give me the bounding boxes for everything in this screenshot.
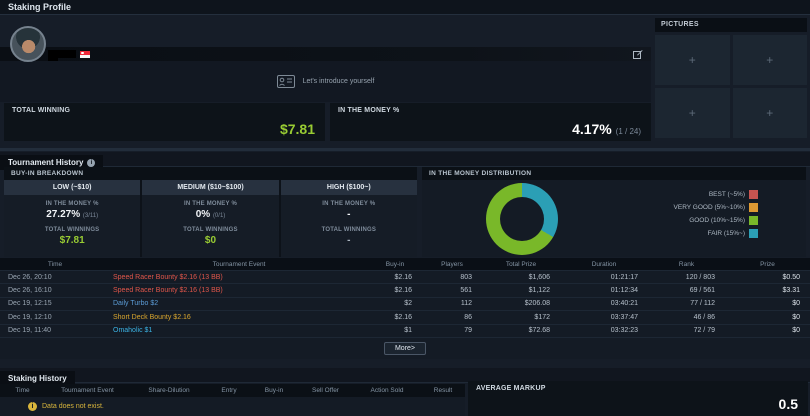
plus-icon: + <box>688 53 696 67</box>
more-button[interactable]: More> <box>383 341 427 355</box>
itm-distribution-title: IN THE MONEY DISTRIBUTION <box>422 167 806 180</box>
itm-percent-detail: (1 / 24) <box>615 127 641 136</box>
bio-area: Let's introduce yourself <box>0 61 651 102</box>
username-bar <box>0 47 651 61</box>
add-picture-slot[interactable]: + <box>655 35 730 85</box>
donut-legend: BEST (~5%) VERY GOOD (5%~10%) GOOD (10%~… <box>674 190 758 238</box>
staking-empty-row: i Data does not exist. <box>0 397 465 416</box>
table-row[interactable]: Dec 19, 12:15 Daily Turbo $2 $2 112 $206… <box>0 296 810 311</box>
table-footer: More> <box>0 336 810 359</box>
table-row[interactable]: Dec 19, 12:10 Short Deck Bounty $2.16 $2… <box>0 310 810 324</box>
table-row[interactable]: Dec 26, 20:10 Speed Racer Bounty $2.16 (… <box>0 270 810 284</box>
plus-icon: + <box>688 106 696 120</box>
avatar <box>10 26 46 62</box>
buyin-column-header: LOW (~$10) <box>4 180 141 195</box>
table-row[interactable]: Dec 26, 16:10 Speed Racer Bounty $2.16 (… <box>0 283 810 297</box>
total-winning-value: $7.81 <box>279 121 315 137</box>
table-row[interactable]: Dec 19, 11:40 Omaholic $1 $1 79 $72.68 0… <box>0 323 810 337</box>
itm-percent-value: 4.17% (1 / 24) <box>572 121 641 137</box>
buyin-column-high: HIGH ($100~) IN THE MONEY % - TOTAL WINN… <box>280 180 417 257</box>
itm-value: 27.27% (3/11) <box>46 209 99 220</box>
legend-swatch <box>749 190 758 199</box>
average-markup-value: 0.5 <box>778 396 798 412</box>
profile-section: Let's introduce yourself TOTAL WINNING $… <box>0 16 810 148</box>
edit-profile-icon[interactable] <box>633 49 643 59</box>
plus-icon: + <box>766 106 774 120</box>
legend-item: GOOD (10%~15%) <box>674 216 758 225</box>
add-picture-slot[interactable]: + <box>732 35 807 85</box>
winnings-value: $0 <box>204 235 217 246</box>
legend-swatch <box>749 216 758 225</box>
itm-value: 0% (0/1) <box>195 209 226 220</box>
winnings-value: $7.81 <box>59 235 85 246</box>
legend-label: VERY GOOD (5%~10%) <box>673 204 745 211</box>
empty-message: Data does not exist. <box>42 403 104 410</box>
itm-percent-box: IN THE MONEY % 4.17% (1 / 24) <box>330 103 651 141</box>
buyin-breakdown-panel: BUY-IN BREAKDOWN LOW (~$10) IN THE MONEY… <box>4 167 417 257</box>
itm-distribution-panel: IN THE MONEY DISTRIBUTION BEST (~5%) VER… <box>422 167 806 257</box>
legend-swatch <box>749 203 758 212</box>
winnings-label: TOTAL WINNINGS <box>44 227 100 233</box>
winnings-label: TOTAL WINNINGS <box>183 227 238 233</box>
page-title: Staking Profile <box>8 2 72 12</box>
tournament-table-header: Time Tournament Event Buy-in Players Tot… <box>0 258 810 270</box>
legend-label: FAIR (15%~) <box>707 230 745 237</box>
info-icon[interactable]: i <box>87 158 96 167</box>
pictures-title: PICTURES <box>655 18 807 32</box>
warning-icon: i <box>28 402 37 411</box>
itm-label: IN THE MONEY % <box>45 201 99 207</box>
itm-value: - <box>347 209 351 220</box>
pictures-panel: PICTURES + + + + <box>655 18 807 140</box>
plus-icon: + <box>766 53 774 67</box>
buyin-column-header: MEDIUM ($10~$100) <box>142 180 279 195</box>
tournament-history-bar: Tournament History i <box>0 152 810 170</box>
itm-label: IN THE MONEY % <box>322 201 376 207</box>
singapore-flag-icon <box>80 51 90 58</box>
buyin-column-low: LOW (~$10) IN THE MONEY % 27.27% (3/11) … <box>4 180 141 257</box>
legend-label: GOOD (10%~15%) <box>689 217 745 224</box>
redacted-username <box>48 50 76 61</box>
add-picture-slot[interactable]: + <box>732 88 807 138</box>
section-divider <box>0 148 810 151</box>
intro-text: Let's introduce yourself <box>302 78 375 85</box>
buyin-column-medium: MEDIUM ($10~$100) IN THE MONEY % 0% (0/1… <box>142 180 279 257</box>
staking-table-header: Time Tournament Event Share-Dilution Ent… <box>0 384 465 397</box>
legend-item: VERY GOOD (5%~10%) <box>674 203 758 212</box>
buyin-breakdown-title: BUY-IN BREAKDOWN <box>4 167 417 180</box>
itm-percent-label: IN THE MONEY % <box>338 107 400 114</box>
average-markup-panel: AVERAGE MARKUP 0.5 <box>468 381 808 416</box>
tournament-table: Time Tournament Event Buy-in Players Tot… <box>0 258 810 359</box>
top-bar: Staking Profile <box>0 0 810 15</box>
itm-label: IN THE MONEY % <box>183 201 237 207</box>
total-winning-box: TOTAL WINNING $7.81 <box>4 103 325 141</box>
itm-donut-ring <box>486 183 558 255</box>
add-picture-slot[interactable]: + <box>655 88 730 138</box>
average-markup-label: AVERAGE MARKUP <box>476 385 546 392</box>
legend-label: BEST (~5%) <box>708 191 745 198</box>
winnings-label: TOTAL WINNINGS <box>321 227 377 233</box>
pictures-grid: + + + + <box>655 35 807 138</box>
donut-hole <box>500 197 544 241</box>
winnings-value: - <box>347 235 351 246</box>
id-card-icon <box>276 75 295 88</box>
legend-item: BEST (~5%) <box>674 190 758 199</box>
legend-item: FAIR (15%~) <box>674 229 758 238</box>
buyin-column-header: HIGH ($100~) <box>280 180 417 195</box>
legend-swatch <box>749 229 758 238</box>
total-winning-label: TOTAL WINNING <box>12 107 71 114</box>
staking-profile-screen: Staking Profile Let's introduce yourself <box>0 0 810 416</box>
